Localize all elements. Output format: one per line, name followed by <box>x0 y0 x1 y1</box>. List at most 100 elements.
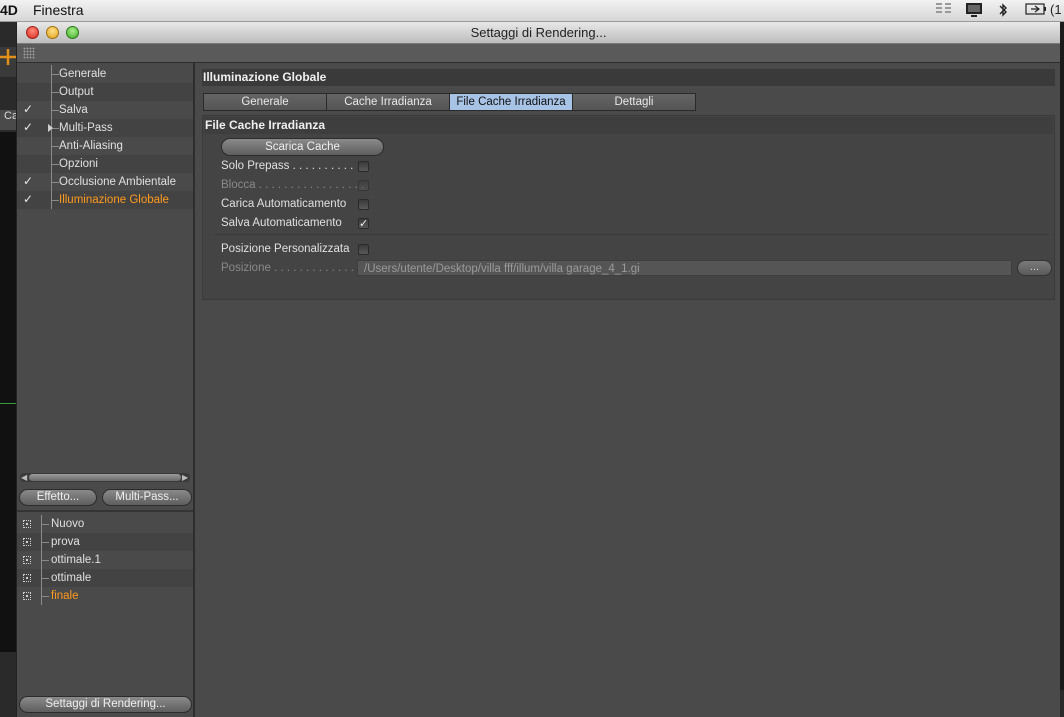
auto-load-checkbox[interactable] <box>358 199 369 210</box>
preset-item[interactable]: Nuovo <box>17 515 193 533</box>
battery-text: (1 <box>1050 2 1062 17</box>
tree-branch-line <box>41 587 49 605</box>
auto-save-checkbox[interactable]: ✓ <box>358 218 369 230</box>
tree-item[interactable]: ✓ Occlusione Ambientale <box>17 173 193 191</box>
menu-window[interactable]: Finestra <box>33 2 84 18</box>
tree-branch-line <box>51 101 59 119</box>
empty-check-slot[interactable] <box>22 67 34 80</box>
blocca-row: Blocca . . . . . . . . . . . . . . . . . <box>221 177 364 193</box>
scroll-right-icon[interactable]: ▶ <box>182 473 188 482</box>
scroll-left-icon[interactable]: ◀ <box>21 473 27 482</box>
window-toolstrip <box>17 44 1060 63</box>
tab-cache-irradianza[interactable]: Cache Irradianza <box>327 94 450 110</box>
enabled-check-icon[interactable]: ✓ <box>22 121 34 134</box>
tree-branch-line <box>41 515 49 533</box>
tree-branch-line <box>51 83 59 101</box>
render-settings-button[interactable]: Settaggi di Rendering... <box>19 696 192 713</box>
preset-icon <box>23 592 31 600</box>
tree-item-label: Occlusione Ambientale <box>59 176 176 188</box>
browse-button[interactable]: ... <box>1017 260 1052 276</box>
solo-prepass-checkbox[interactable] <box>358 161 369 172</box>
tree-branch-line <box>51 155 59 173</box>
separator <box>215 234 1049 235</box>
preset-item[interactable]: finale <box>17 587 193 605</box>
auto-load-label: Carica Automaticamento <box>221 198 347 210</box>
empty-check-slot[interactable] <box>22 139 34 152</box>
auto-save-label: Salva Automaticamento <box>221 217 342 229</box>
blocca-checkbox[interactable] <box>358 180 369 191</box>
tab-dettagli[interactable]: Dettagli <box>573 94 695 110</box>
enabled-check-icon[interactable]: ✓ <box>22 193 34 206</box>
tree-item-label: Multi-Pass <box>59 122 113 134</box>
tree-item[interactable]: Opzioni <box>17 155 193 173</box>
tree-item[interactable]: ✓ Salva <box>17 101 193 119</box>
preset-item-label: ottimale.1 <box>51 554 101 566</box>
enabled-check-icon[interactable]: ✓ <box>22 175 34 188</box>
tree-item-label: Generale <box>59 68 107 80</box>
tree-branch-line <box>51 173 59 191</box>
position-label: Posizione <box>221 262 271 274</box>
position-row: Posizione . . . . . . . . . . . . . . <box>221 260 360 276</box>
app-name-menu[interactable]: 4D <box>0 2 18 18</box>
tree-item[interactable]: Generale <box>17 65 193 83</box>
tab-file-cache-irradianza[interactable]: File Cache Irradianza <box>450 94 573 110</box>
tree-branch-line <box>41 569 49 587</box>
tree-item-label: Anti-Aliasing <box>59 140 123 152</box>
grid-status-icon[interactable] <box>936 2 952 19</box>
window-titlebar[interactable]: Settaggi di Rendering... <box>17 22 1060 44</box>
bluetooth-icon[interactable] <box>998 2 1008 21</box>
expand-arrow-icon[interactable] <box>48 124 53 132</box>
section-title: Illuminazione Globale <box>202 69 1055 86</box>
blocca-dots: . . . . . . . . . . . . . . . . . <box>255 179 365 191</box>
display-icon[interactable] <box>965 2 983 21</box>
preset-item[interactable]: prova <box>17 533 193 551</box>
auto-save-row: Salva Automaticamento <box>221 215 342 231</box>
solo-prepass-label: Solo Prepass <box>221 160 290 172</box>
empty-check-slot[interactable] <box>22 85 34 98</box>
tree-branch-line <box>41 551 49 569</box>
custom-position-label: Posizione Personalizzata <box>221 243 350 255</box>
preset-icon <box>23 574 31 582</box>
grip-icon[interactable] <box>23 47 35 59</box>
preset-item[interactable]: ottimale <box>17 569 193 587</box>
zoom-window-icon[interactable] <box>66 26 79 39</box>
scrollbar-thumb[interactable] <box>29 474 181 481</box>
multipass-button[interactable]: Multi-Pass... <box>102 489 192 506</box>
checkmark-icon: ✓ <box>359 218 369 230</box>
empty-check-slot[interactable] <box>22 157 34 170</box>
preset-icon <box>23 520 31 528</box>
menu-bar: 4D Finestra (1 <box>0 0 1064 22</box>
tree-item[interactable]: ✓ Illuminazione Globale <box>17 191 193 209</box>
tree-item[interactable]: Anti-Aliasing <box>17 137 193 155</box>
tree-item-label: Illuminazione Globale <box>59 194 169 206</box>
position-dots: . . . . . . . . . . . . . . <box>270 262 361 274</box>
tree-item-label: Salva <box>59 104 88 116</box>
tree-item-label: Opzioni <box>59 158 98 170</box>
preset-item[interactable]: ottimale.1 <box>17 551 193 569</box>
minimize-window-icon[interactable] <box>46 26 59 39</box>
tab-generale[interactable]: Generale <box>204 94 327 110</box>
auto-load-row: Carica Automaticamento <box>221 196 346 212</box>
file-cache-group: File Cache Irradianza Scarica Cache Solo… <box>202 115 1055 300</box>
preset-icon <box>23 538 31 546</box>
battery-icon[interactable] <box>1025 2 1047 19</box>
close-window-icon[interactable] <box>26 26 39 39</box>
preset-item-label: ottimale <box>51 572 92 584</box>
clear-cache-button[interactable]: Scarica Cache <box>221 138 384 156</box>
tree-item[interactable]: ✓ Multi-Pass <box>17 119 193 137</box>
enabled-check-icon[interactable]: ✓ <box>22 103 34 116</box>
render-settings-window: Settaggi di Rendering... Generale Output ✓… <box>16 22 1060 717</box>
group-title: File Cache Irradianza <box>204 117 1053 134</box>
blocca-label: Blocca <box>221 179 256 191</box>
custom-position-checkbox[interactable] <box>358 244 369 255</box>
tree-item[interactable]: Output <box>17 83 193 101</box>
preset-item-label: finale <box>51 590 79 602</box>
panel-divider <box>17 510 193 512</box>
tab-bar: Generale Cache Irradianza File Cache Irr… <box>203 93 696 111</box>
preset-icon <box>23 556 31 564</box>
position-path-field[interactable]: /Users/utente/Desktop/villa fff/illum/vi… <box>357 260 1012 276</box>
settings-tree-panel: Generale Output ✓ Salva ✓ Multi-Pass Anti-Alia… <box>17 63 195 717</box>
effect-button[interactable]: Effetto... <box>19 489 97 506</box>
tree-horizontal-scrollbar[interactable]: ◀ ▶ <box>20 473 190 482</box>
tree-item-label: Output <box>59 86 94 98</box>
